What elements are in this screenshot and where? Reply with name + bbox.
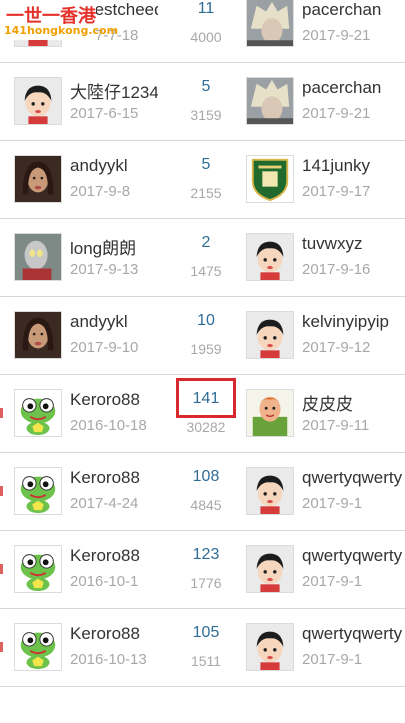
last-post-date: 2017-9-1 [302, 495, 363, 512]
reply-count[interactable]: 105 [170, 624, 242, 642]
author-name[interactable]: Keroro88 [70, 546, 158, 566]
author-name[interactable]: andyykl [70, 156, 158, 176]
default-kid-avatar-icon[interactable] [246, 311, 294, 359]
author-name[interactable]: Keroro88 [70, 624, 158, 644]
default-kid-avatar-icon[interactable] [246, 623, 294, 671]
view-count: 1475 [190, 263, 222, 279]
reply-count[interactable]: 108 [170, 468, 242, 486]
last-poster-name[interactable]: 141junky [302, 156, 405, 176]
woman-photo-avatar-icon[interactable] [14, 155, 62, 203]
thread-row[interactable]: Keroro88 2016-10-13 105 1511 qwertyqwerty 201… [0, 608, 405, 687]
default-kid-avatar-icon[interactable] [14, 77, 62, 125]
last-poster-name[interactable]: 皮皮皮 [302, 390, 405, 415]
last-poster-name[interactable]: pacerchan [302, 0, 405, 20]
thread-row[interactable]: Keroro88 2017-4-24 108 4845 qwertyqwerty 2017… [0, 452, 405, 531]
last-post-date: 2017-9-17 [302, 183, 371, 200]
author-name[interactable]: long朗朗 [70, 234, 158, 259]
post-date: 2016-10-1 [70, 573, 139, 590]
default-kid-avatar-icon[interactable] [246, 545, 294, 593]
view-count: 30282 [186, 419, 226, 435]
hero-photo-avatar-icon[interactable] [14, 233, 62, 281]
last-post-date: 2017-9-1 [302, 573, 363, 590]
view-count: 1511 [190, 653, 222, 669]
thread-row[interactable]: 大陸仔1234 2017-6-15 5 3159 pacerchan 2017-9-21 [0, 62, 405, 141]
author-name[interactable]: Keroro88 [70, 390, 158, 410]
blond-man-avatar-icon[interactable] [246, 77, 294, 125]
last-post-date: 2017-9-1 [302, 651, 363, 668]
reply-count[interactable]: 123 [170, 546, 242, 564]
view-count: 4845 [190, 497, 222, 513]
last-post-date: 2017-9-16 [302, 261, 371, 278]
view-count: 3159 [190, 107, 222, 123]
last-poster-name[interactable]: pacerchan [302, 78, 405, 98]
default-kid-avatar-icon[interactable] [246, 233, 294, 281]
reply-count[interactable]: 11 [170, 0, 242, 18]
view-count: 1776 [190, 575, 222, 591]
thread-row[interactable]: andyykl 2017-9-10 10 1959 kelvinyipyip 2017-9… [0, 296, 405, 375]
last-post-date: 2017-9-21 [302, 27, 371, 44]
keroro-frog-avatar-icon[interactable] [14, 545, 62, 593]
reply-count[interactable]: 5 [170, 156, 242, 174]
woman-photo-avatar-icon[interactable] [14, 311, 62, 359]
post-date: 2017-9-13 [70, 261, 139, 278]
blond-man-avatar-icon[interactable] [246, 0, 294, 47]
post-date: 2017-4-24 [70, 495, 139, 512]
view-count: 1959 [190, 341, 222, 357]
last-poster-name[interactable]: qwertyqwerty [302, 468, 405, 488]
cartoon-man-avatar-icon[interactable] [246, 389, 294, 437]
author-name[interactable]: 大陸仔1234 [70, 78, 158, 103]
thread-row[interactable]: long朗朗 2017-9-13 2 1475 tuvwxyz 2017-9-16 [0, 218, 405, 297]
author-name[interactable]: Keroro88 [70, 468, 158, 488]
post-date: 2017-9-10 [70, 339, 139, 356]
post-date: 2017-6-15 [70, 105, 139, 122]
reply-count[interactable]: 2 [170, 234, 242, 252]
author-name[interactable]: andyykl [70, 312, 158, 332]
keroro-frog-avatar-icon[interactable] [14, 623, 62, 671]
last-post-date: 2017-9-11 [302, 417, 370, 434]
last-post-date: 2017-9-12 [302, 339, 371, 356]
last-poster-name[interactable]: tuvwxyz [302, 234, 405, 254]
keroro-frog-avatar-icon[interactable] [14, 467, 62, 515]
thread-row[interactable]: andyykl 2017-9-8 5 2155 141junky 2017-9-17 [0, 140, 405, 219]
post-date: 2016-10-13 [70, 651, 147, 668]
view-count: 4000 [190, 29, 222, 45]
post-date: 2016-10-18 [70, 417, 147, 434]
view-count: 2155 [190, 185, 222, 201]
site-logo[interactable]: 一世一香港 141hongkong.com [0, 0, 118, 40]
default-kid-avatar-icon[interactable] [246, 467, 294, 515]
last-post-date: 2017-9-21 [302, 105, 371, 122]
thread-row[interactable]: Keroro88 2016-10-1 123 1776 qwertyqwerty 2017… [0, 530, 405, 609]
site-logo-url: 141hongkong.com [4, 24, 119, 37]
last-poster-name[interactable]: qwertyqwerty [302, 546, 405, 566]
side-marker [0, 408, 3, 418]
reply-count[interactable]: 10 [170, 312, 242, 330]
highlight-box [176, 378, 236, 418]
green-crest-avatar-icon[interactable] [246, 155, 294, 203]
post-date: 2017-9-8 [70, 183, 131, 200]
side-marker [0, 564, 3, 574]
side-marker [0, 486, 3, 496]
side-marker [0, 642, 3, 652]
last-poster-name[interactable]: kelvinyipyip [302, 312, 405, 332]
reply-count[interactable]: 5 [170, 78, 242, 96]
last-poster-name[interactable]: qwertyqwerty [302, 624, 405, 644]
keroro-frog-avatar-icon[interactable] [14, 389, 62, 437]
